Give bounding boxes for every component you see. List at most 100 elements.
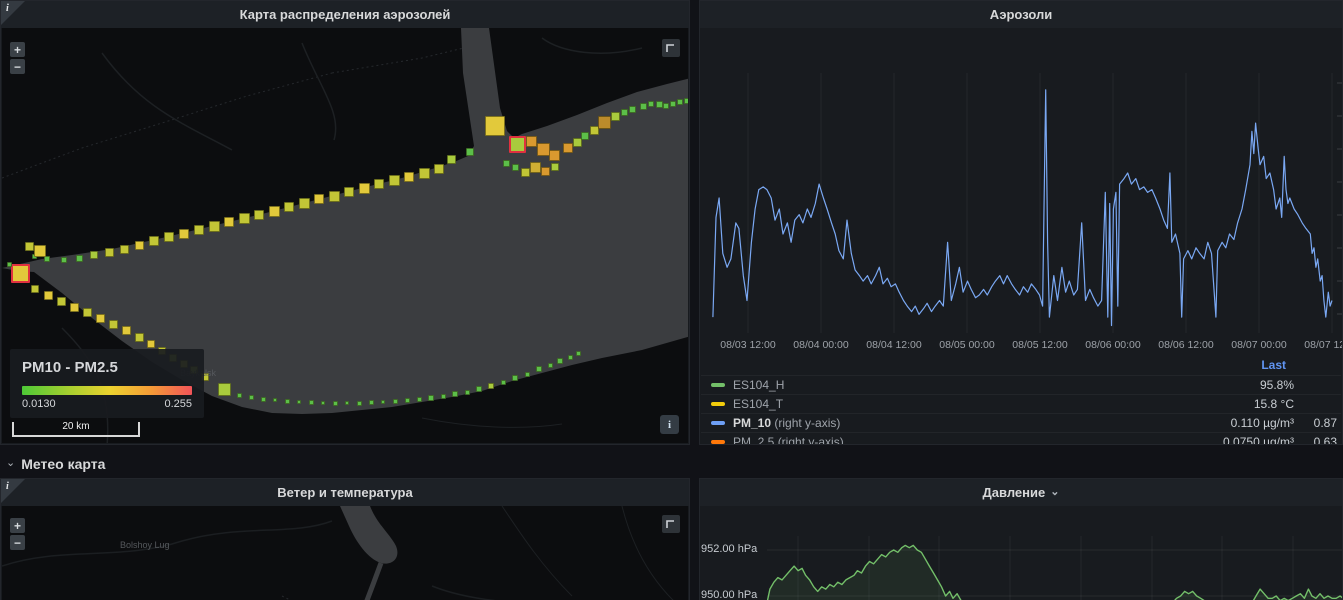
map-data-point[interactable] (164, 232, 174, 242)
map-data-point[interactable] (393, 399, 398, 404)
map-data-point[interactable] (525, 372, 530, 377)
map-data-point[interactable] (374, 179, 384, 189)
map-data-point[interactable] (568, 355, 573, 360)
pressure-plot-area[interactable]: 952.00 hPa 950.00 hPa (701, 506, 1341, 600)
map-data-point[interactable] (135, 241, 144, 250)
map-zoom-in-button[interactable]: + (10, 42, 25, 57)
map-data-point[interactable] (237, 393, 242, 398)
map-data-point[interactable] (465, 390, 470, 395)
map-data-point[interactable] (269, 206, 280, 217)
panel-menu-chevron-icon[interactable]: ⌄ (1050, 485, 1059, 498)
map-data-point[interactable] (7, 262, 12, 267)
map-data-point[interactable] (249, 395, 254, 400)
map-data-point[interactable] (34, 245, 46, 257)
map-data-point[interactable] (254, 210, 264, 220)
map-data-point[interactable] (194, 225, 204, 235)
map-data-point[interactable] (581, 132, 589, 140)
map-data-point[interactable] (452, 391, 458, 397)
map-data-point[interactable] (629, 106, 636, 113)
map-data-point[interactable] (488, 383, 494, 389)
series-label[interactable]: ES104_H (733, 378, 784, 392)
map-data-point[interactable] (83, 308, 92, 317)
map-data-point[interactable] (428, 395, 434, 401)
map-data-point[interactable] (321, 401, 325, 405)
map-data-point[interactable] (299, 198, 310, 209)
map-data-point[interactable] (405, 398, 410, 403)
map-data-point[interactable] (434, 164, 444, 174)
panel-info-corner-icon[interactable] (1, 1, 25, 25)
map-data-point[interactable] (122, 326, 131, 335)
panel-header[interactable]: Карта распределения аэрозолей (1, 1, 689, 28)
map-zoom-in-button[interactable]: + (10, 518, 25, 533)
map-data-point[interactable] (357, 401, 362, 406)
map-data-point[interactable] (218, 383, 231, 396)
map-data-point[interactable] (179, 229, 189, 239)
map-data-point[interactable] (509, 136, 526, 153)
map-data-point[interactable] (512, 164, 519, 171)
map-data-point[interactable] (503, 160, 510, 167)
map-data-point[interactable] (521, 168, 530, 177)
map-data-point[interactable] (389, 175, 400, 186)
map-data-point[interactable] (549, 150, 560, 161)
map-data-point[interactable] (621, 109, 628, 116)
map-data-point[interactable] (273, 398, 277, 402)
map-data-point[interactable] (31, 285, 39, 293)
map-data-point[interactable] (476, 386, 482, 392)
map-data-point[interactable] (404, 172, 414, 182)
map-data-point[interactable] (466, 148, 474, 156)
map-data-point[interactable] (640, 103, 647, 110)
map-data-point[interactable] (548, 363, 553, 368)
map-data-point[interactable] (537, 143, 550, 156)
map-data-point[interactable] (648, 101, 654, 107)
map-data-point[interactable] (526, 136, 537, 147)
map-data-point[interactable] (70, 303, 79, 312)
series-label[interactable]: PM_10 (right y-axis) (733, 416, 840, 430)
map-data-point[interactable] (381, 400, 385, 404)
map-data-point[interactable] (541, 167, 550, 176)
map-data-point[interactable] (25, 242, 34, 251)
map-data-point[interactable] (441, 394, 446, 399)
map-data-point[interactable] (501, 380, 506, 385)
map-data-point[interactable] (333, 401, 338, 406)
map-data-point[interactable] (557, 358, 563, 364)
map-data-point[interactable] (344, 187, 354, 197)
map-data-point[interactable] (261, 397, 266, 402)
map-data-point[interactable] (76, 255, 83, 262)
map-data-point[interactable] (285, 399, 290, 404)
map-attribution-button[interactable]: i (660, 415, 679, 434)
map-data-point[interactable] (96, 314, 105, 323)
map-data-point[interactable] (105, 248, 114, 257)
panel-header[interactable]: Аэрозоли (700, 1, 1342, 28)
map-data-point[interactable] (417, 397, 422, 402)
map-data-point[interactable] (297, 400, 301, 404)
map-data-point[interactable] (563, 143, 573, 153)
map-data-point[interactable] (485, 116, 505, 136)
map-data-point[interactable] (44, 291, 53, 300)
map-data-point[interactable] (11, 264, 30, 283)
map-data-point[interactable] (314, 194, 324, 204)
legend-stat-last[interactable]: Last (1261, 358, 1286, 372)
map-data-point[interactable] (419, 168, 430, 179)
map-data-point[interactable] (576, 351, 581, 356)
map-data-point[interactable] (369, 400, 374, 405)
map-data-point[interactable] (239, 213, 250, 224)
panel-header[interactable]: Ветер и температура (1, 479, 689, 506)
map-data-point[interactable] (598, 116, 611, 129)
aerosols-plot-area[interactable]: 08/03 12:0008/04 00:0008/04 12:0008/05 0… (701, 28, 1341, 443)
map-data-point[interactable] (345, 401, 349, 405)
map-data-point[interactable] (670, 101, 676, 107)
map-data-point[interactable] (551, 163, 559, 171)
series-label[interactable]: ES104_T (733, 397, 783, 411)
map-data-point[interactable] (329, 191, 340, 202)
map-data-point[interactable] (224, 217, 234, 227)
map-data-point[interactable] (90, 251, 98, 259)
map-data-point[interactable] (663, 103, 669, 109)
map-data-point[interactable] (536, 366, 542, 372)
map-data-point[interactable] (512, 375, 518, 381)
map-expand-button[interactable] (662, 39, 680, 57)
map-zoom-out-button[interactable]: − (10, 535, 25, 550)
map-canvas[interactable]: Baykalsk + − i PM10 - PM2.5 0.0130 0.255… (2, 28, 688, 443)
map-data-point[interactable] (61, 257, 67, 263)
panel-info-corner-icon[interactable] (1, 479, 25, 503)
map-data-point[interactable] (684, 98, 688, 104)
